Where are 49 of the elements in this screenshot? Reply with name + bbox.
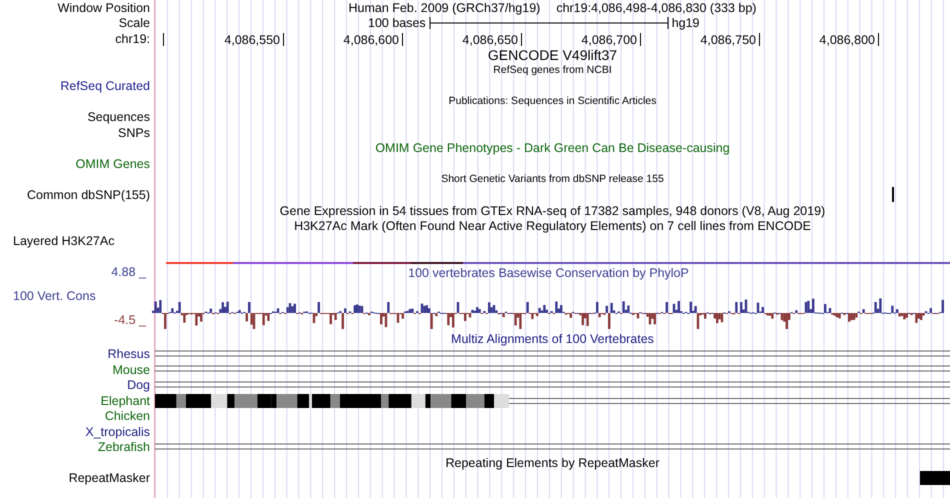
track-title: RefSeq genes from NCBI [493, 64, 612, 76]
assembly-name: hg19 [672, 16, 700, 30]
track-label[interactable]: Sequences [87, 110, 150, 124]
ruler-label: 4,086,550 [224, 33, 280, 48]
ruler-tick [283, 33, 284, 46]
ruler-label: 4,086,600 [343, 33, 399, 48]
track-title: GENCODE V49lift37 [488, 46, 618, 63]
track-label[interactable]: RepeatMasker [68, 471, 150, 486]
ruler-label: 4,086,650 [462, 33, 518, 48]
ruler-tick [640, 33, 641, 46]
track-title: Repeating Elements by RepeatMasker [445, 456, 660, 470]
ruler-tick [402, 33, 403, 46]
ruler-tick [163, 33, 164, 46]
track-label[interactable]: Mouse [112, 362, 150, 377]
track-label[interactable]: Scale [118, 16, 150, 30]
position-text: chr19:4,086,498-4,086,830 (333 bp) [556, 0, 756, 15]
assembly-title: Human Feb. 2009 (GRCh37/hg19) [348, 0, 540, 15]
track-label[interactable]: chr19: [115, 32, 150, 46]
track-title: OMIM Gene Phenotypes - Dark Green Can Be Disease-causing [375, 141, 730, 156]
track-title: Multiz Alignments of 100 Vertebrates [451, 332, 654, 346]
scale-length: 100 bases [368, 16, 426, 30]
axis-min-label: -4.5 _ [114, 312, 148, 327]
track-title: Gene Expression in 54 tissues from GTEx RNA-seq of 17382 samples, 948 donors (V8, Aug 2019) [280, 204, 826, 218]
ruler-label: 4,086,700 [581, 33, 637, 48]
track-title: Short Genetic Variants from dbSNP release 155 [441, 173, 664, 186]
track-label[interactable]: X_tropicalis [85, 424, 150, 439]
ruler-label: 4,086,750 [700, 33, 756, 48]
track-label[interactable]: Layered H3K27Ac [13, 234, 114, 248]
track-label[interactable]: Zebrafish [98, 440, 150, 454]
track-label[interactable]: Elephant [100, 394, 150, 408]
track-label[interactable]: SNPs [118, 126, 150, 140]
ruler-tick [878, 33, 879, 46]
track-title: Publications: Sequences in Scientific Articles [448, 95, 656, 108]
axis-max-label: 4.88 _ [111, 264, 148, 279]
track-label[interactable]: OMIM Genes [76, 156, 150, 171]
snp-mark [892, 187, 894, 202]
ruler-tick [759, 33, 760, 46]
track-label[interactable]: Rhesus [108, 347, 150, 362]
ruler-tick [521, 33, 522, 46]
ruler-label: 4,086,800 [819, 33, 875, 48]
track-label[interactable]: Window Position [58, 0, 150, 15]
track-title: H3K27Ac Mark (Often Found Near Active Regulatory Elements) on 7 cell lines from ENCODE [294, 219, 811, 234]
track-label[interactable]: RefSeq Curated [60, 78, 150, 93]
track-label[interactable]: Chicken [104, 409, 150, 424]
track-label[interactable]: 100 Vert. Cons [0, 288, 150, 303]
track-label[interactable]: Dog [127, 378, 150, 392]
repeat-block [920, 470, 950, 485]
track-title: 100 vertebrates Basewise Conservation by PhyloP [408, 266, 689, 280]
track-label[interactable]: Common dbSNP(155) [27, 188, 150, 202]
